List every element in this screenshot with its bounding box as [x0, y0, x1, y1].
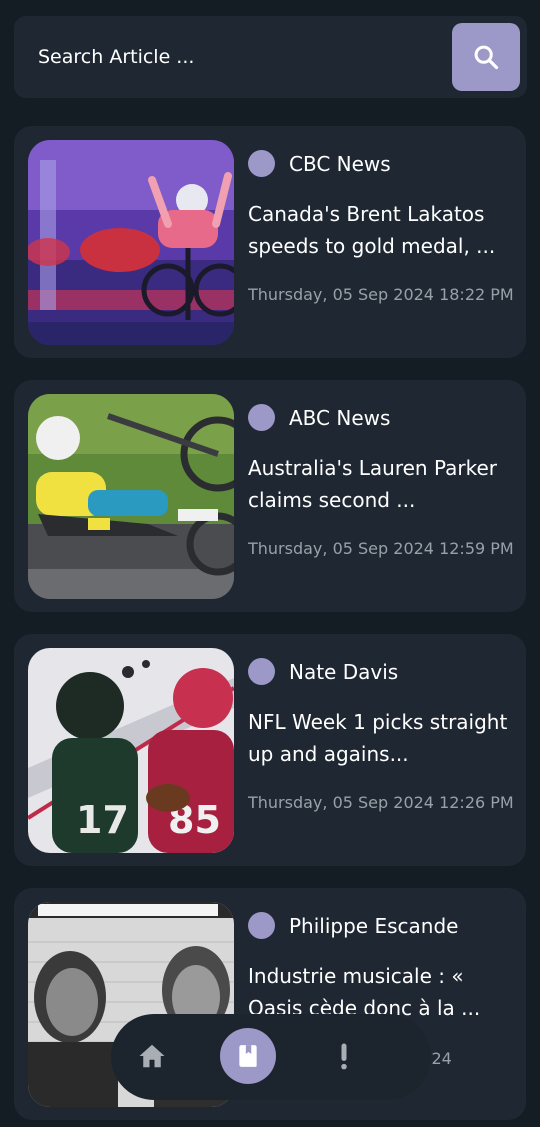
- article-thumbnail: [28, 394, 234, 599]
- search-button[interactable]: [452, 23, 520, 91]
- search-input[interactable]: [38, 46, 418, 68]
- source-name: CBC News: [289, 151, 391, 176]
- svg-text:17: 17: [76, 798, 129, 842]
- nav-alerts[interactable]: [316, 1028, 372, 1084]
- article-source: Nate Davis: [248, 658, 398, 685]
- article-title[interactable]: Canada's Brent Lakatos speeds to gold me…: [248, 198, 514, 262]
- article-thumbnail: 17 85: [28, 648, 234, 853]
- source-avatar: [248, 150, 275, 177]
- article-source: CBC News: [248, 150, 391, 177]
- article-card[interactable]: ABC News Australia's Lauren Parker claim…: [14, 380, 526, 612]
- bottom-nav: [111, 1014, 431, 1100]
- article-thumbnail: [28, 140, 234, 345]
- article-card[interactable]: 17 85 Nate Davis NFL Week 1 picks straig…: [14, 634, 526, 866]
- article-date: Thursday, 05 Sep 2024 12:59 PM: [248, 539, 514, 558]
- article-title[interactable]: NFL Week 1 picks straight up and agains.…: [248, 706, 514, 770]
- article-source: ABC News: [248, 404, 390, 431]
- article-title[interactable]: Australia's Lauren Parker claims second …: [248, 452, 514, 516]
- source-avatar: [248, 658, 275, 685]
- source-name: ABC News: [289, 405, 391, 430]
- source-name: Nate Davis: [289, 659, 399, 684]
- source-name: Philippe Escande: [289, 913, 459, 938]
- article-source: Philippe Escande: [248, 912, 458, 939]
- search-bar: [14, 16, 527, 98]
- source-avatar: [248, 912, 275, 939]
- article-date: Thursday, 05 Sep 2024 18:22 PM: [248, 285, 514, 304]
- nav-home[interactable]: [124, 1028, 180, 1084]
- article-date: Thursday, 05 Sep 2024 12:26 PM: [248, 793, 514, 812]
- source-avatar: [248, 404, 275, 431]
- nav-bookmarks[interactable]: [220, 1028, 276, 1084]
- home-icon: [139, 1044, 165, 1068]
- bookmark-icon: [239, 1045, 257, 1067]
- article-card[interactable]: CBC News Canada's Brent Lakatos speeds t…: [14, 126, 526, 358]
- search-icon: [474, 45, 499, 70]
- exclamation-icon: [341, 1043, 347, 1070]
